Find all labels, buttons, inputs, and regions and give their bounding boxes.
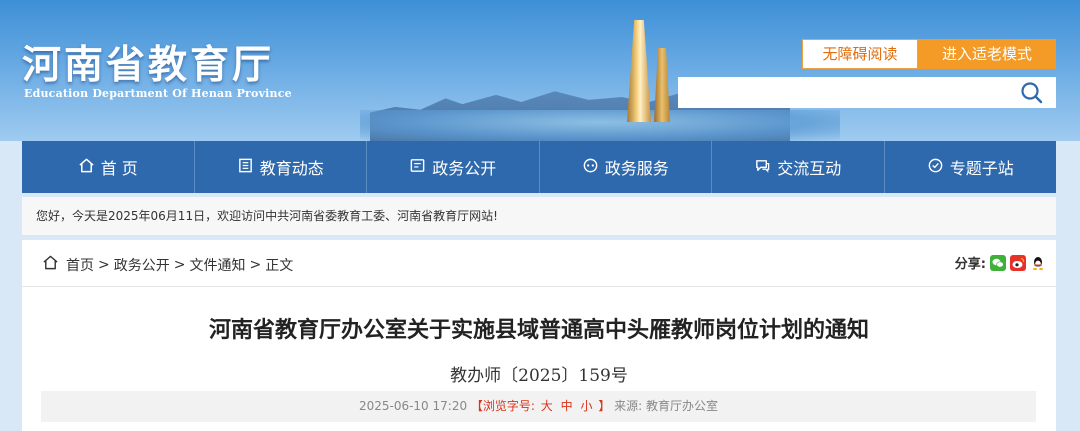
nav-item-interaction[interactable]: 交流互动	[712, 141, 885, 193]
topic-icon	[927, 157, 944, 178]
document-icon	[409, 157, 426, 178]
tower-image	[627, 20, 651, 122]
accessibility-reading-button[interactable]: 无障碍阅读	[802, 39, 918, 69]
breadcrumb-link-home[interactable]: 首页	[66, 255, 94, 275]
home-icon	[42, 254, 66, 275]
site-title: 河南省教育厅	[22, 42, 275, 88]
article-title: 河南省教育厅办公室关于实施县域普通高中头雁教师岗位计划的通知	[208, 318, 869, 343]
breadcrumb-row: 首页 > 政务公开 > 文件通知 > 正文 分享:	[22, 240, 1056, 287]
nav-item-government-affairs[interactable]: 政务公开	[367, 141, 540, 193]
nav-item-label: 交流互动	[777, 159, 842, 178]
search-input[interactable]	[678, 77, 1056, 108]
tower-secondary-image	[654, 48, 670, 122]
breadcrumb-link-government-affairs[interactable]: 政务公开	[114, 255, 170, 275]
qq-icon[interactable]	[1030, 254, 1046, 271]
nav-item-education-news[interactable]: 教育动态	[195, 141, 367, 193]
breadcrumb-separator: >	[249, 256, 262, 273]
breadcrumb-separator: >	[98, 256, 110, 273]
nav-item-topic-sites[interactable]: 专题子站	[885, 141, 1057, 193]
font-size-medium-button[interactable]: 中	[561, 399, 573, 413]
document-number: 教办师〔2025〕159号	[450, 366, 628, 386]
breadcrumb-separator: >	[173, 256, 186, 273]
weibo-icon[interactable]	[1010, 254, 1026, 271]
article-card: 首页 > 政务公开 > 文件通知 > 正文 分享: 河南省教育厅办公室关于实施县…	[22, 240, 1056, 431]
article-source: 来源: 教育厅办公室	[614, 399, 719, 413]
nav-item-label: 政务公开	[432, 159, 497, 178]
newspaper-icon	[237, 157, 254, 178]
water-reflection-image	[360, 110, 840, 141]
nav-item-label: 政务服务	[604, 159, 669, 178]
share-bar: 分享:	[955, 253, 1046, 272]
font-size-large-button[interactable]: 大	[541, 399, 553, 413]
article-meta: 2025-06-10 17:20 【浏览字号: 大 中 小 】 来源: 教育厅办…	[41, 391, 1036, 422]
nav-item-home[interactable]: 首 页	[22, 141, 195, 193]
service-icon	[582, 157, 599, 178]
chat-icon	[754, 157, 771, 178]
elder-mode-button[interactable]: 进入适老模式	[918, 39, 1056, 69]
nav-item-government-service[interactable]: 政务服务	[540, 141, 712, 193]
wechat-icon[interactable]	[990, 254, 1006, 271]
main-nav: 首 页 教育动态 政务公开 政务服务 交流互动 专题子站	[22, 141, 1056, 193]
font-size-close-bracket: 】	[598, 399, 611, 413]
breadcrumb-current: 正文	[265, 257, 294, 274]
header-banner: 河南省教育厅 Education Department Of Henan Pro…	[0, 0, 1080, 141]
site-subtitle: Education Department Of Henan Province	[24, 87, 292, 100]
breadcrumb: 首页 > 政务公开 > 文件通知 > 正文	[42, 254, 293, 275]
font-size-label: 【浏览字号:	[470, 399, 535, 413]
nav-item-label: 专题子站	[949, 159, 1014, 178]
breadcrumb-link-notices[interactable]: 文件通知	[189, 255, 245, 275]
share-label: 分享:	[954, 257, 986, 272]
nav-item-label: 教育动态	[259, 159, 324, 178]
search-icon[interactable]	[1019, 80, 1045, 106]
font-size-small-button[interactable]: 小	[580, 399, 592, 413]
nav-item-label: 首 页	[100, 159, 138, 178]
welcome-notice: 您好，今天是2025年06月11日，欢迎访问中共河南省委教育工委、河南省教育厅网…	[22, 197, 1056, 235]
home-icon	[78, 157, 95, 178]
publish-date: 2025-06-10 17:20	[358, 399, 468, 413]
